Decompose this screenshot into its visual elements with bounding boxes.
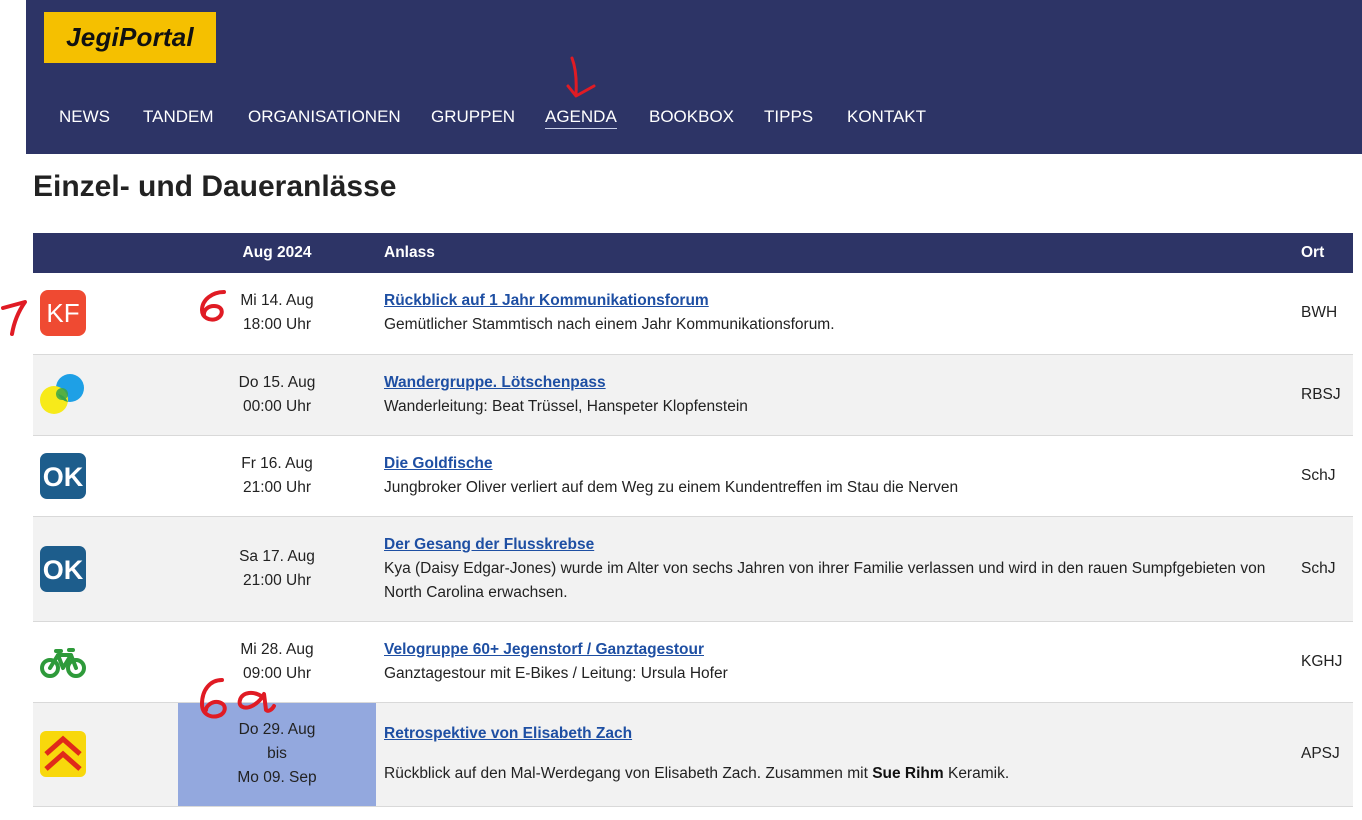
event-date: Do 15. Aug 00:00 Uhr <box>238 373 316 415</box>
event-title-link[interactable]: Velogruppe 60+ Jegenstorf / Ganztagestou… <box>384 641 704 658</box>
table-row: KF Mi 14. Aug 18:00 Uhr Rückblick auf 1 … <box>33 273 1353 354</box>
nav-agenda[interactable]: AGENDA <box>545 106 617 129</box>
nav-organisationen[interactable]: ORGANISATIONEN <box>248 106 401 128</box>
event-place: SchJ <box>1301 559 1336 577</box>
svg-text:OK: OK <box>43 462 84 492</box>
header-icon <box>33 233 178 273</box>
header-date: Aug 2024 <box>242 244 312 261</box>
event-title-link[interactable]: Der Gesang der Flusskrebse <box>384 536 594 553</box>
table-row: Do 15. Aug 00:00 Uhr Wandergruppe. Lötsc… <box>33 354 1353 435</box>
nav-bookbox[interactable]: BOOKBOX <box>649 106 734 128</box>
event-date: Mi 14. Aug 18:00 Uhr <box>240 292 314 334</box>
event-description: Rückblick auf den Mal-Werdegang von Elis… <box>384 765 1010 782</box>
event-date: Fr 16. Aug 21:00 Uhr <box>241 454 313 496</box>
event-description: Gemütlicher Stammtisch nach einem Jahr K… <box>384 316 835 334</box>
ok-icon: OK <box>40 545 86 592</box>
svg-text:KF: KF <box>46 298 79 328</box>
table-row: OK Sa 17. Aug 21:00 Uhr Der Gesang der F… <box>33 516 1353 621</box>
event-title-link[interactable]: Retrospektive von Elisabeth Zach <box>384 725 632 742</box>
event-description: Jungbroker Oliver verliert auf dem Weg z… <box>384 478 959 496</box>
bicycle-icon <box>40 647 86 678</box>
table-row: Do 29. Aug bis Mo 09. Sep Retrospektive … <box>33 702 1353 806</box>
svg-text:OK: OK <box>43 555 84 585</box>
header-place: Ort <box>1301 244 1325 261</box>
page-title: Einzel- und Daueranlässe <box>33 170 397 203</box>
nav-tipps[interactable]: TIPPS <box>764 106 813 128</box>
header-event: Anlass <box>384 244 435 261</box>
nav-tandem[interactable]: TANDEM <box>143 106 214 128</box>
table-row: Mi 28. Aug 09:00 Uhr Velogruppe 60+ Jege… <box>33 621 1353 702</box>
event-date: Sa 17. Aug 21:00 Uhr <box>239 547 315 589</box>
event-title-link[interactable]: Rückblick auf 1 Jahr Kommunikationsforum <box>384 292 709 309</box>
chevron-up-icon <box>40 731 86 777</box>
event-place: RBSJ <box>1301 385 1341 403</box>
event-description: Wanderleitung: Beat Trüssel, Hanspeter K… <box>384 397 748 415</box>
nav-gruppen[interactable]: GRUPPEN <box>431 106 515 128</box>
event-place: APSJ <box>1301 745 1340 762</box>
event-date-highlighted: Do 29. Aug bis Mo 09. Sep <box>178 702 376 806</box>
circles-icon <box>40 373 84 414</box>
event-title-link[interactable]: Die Goldfische <box>384 455 493 472</box>
annotation-7 <box>1 300 27 336</box>
event-date: Mi 28. Aug 09:00 Uhr <box>240 640 314 682</box>
event-description: Kya (Daisy Edgar-Jones) wurde im Alter v… <box>384 559 1266 601</box>
event-description: Ganztagestour mit E-Bikes / Leitung: Urs… <box>384 664 728 682</box>
site-logo[interactable]: JegiPortal <box>44 12 216 63</box>
kf-icon: KF <box>40 290 86 337</box>
event-title-link[interactable]: Wandergruppe. Lötschenpass <box>384 374 606 391</box>
events-table: Aug 2024 Anlass Ort KF Mi 14. Aug 18:00 … <box>33 233 1353 807</box>
nav-kontakt[interactable]: KONTAKT <box>847 106 926 128</box>
table-row: OK Fr 16. Aug 21:00 Uhr Die Goldfische J… <box>33 435 1353 516</box>
event-place: BWH <box>1301 304 1338 322</box>
table-header-row: Aug 2024 Anlass Ort <box>33 233 1353 273</box>
site-header: JegiPortal NEWS TANDEM ORGANISATIONEN GR… <box>26 0 1362 154</box>
event-place: KGHJ <box>1301 652 1343 670</box>
nav-news[interactable]: NEWS <box>59 106 110 128</box>
event-place: SchJ <box>1301 466 1336 484</box>
ok-icon: OK <box>40 452 86 499</box>
